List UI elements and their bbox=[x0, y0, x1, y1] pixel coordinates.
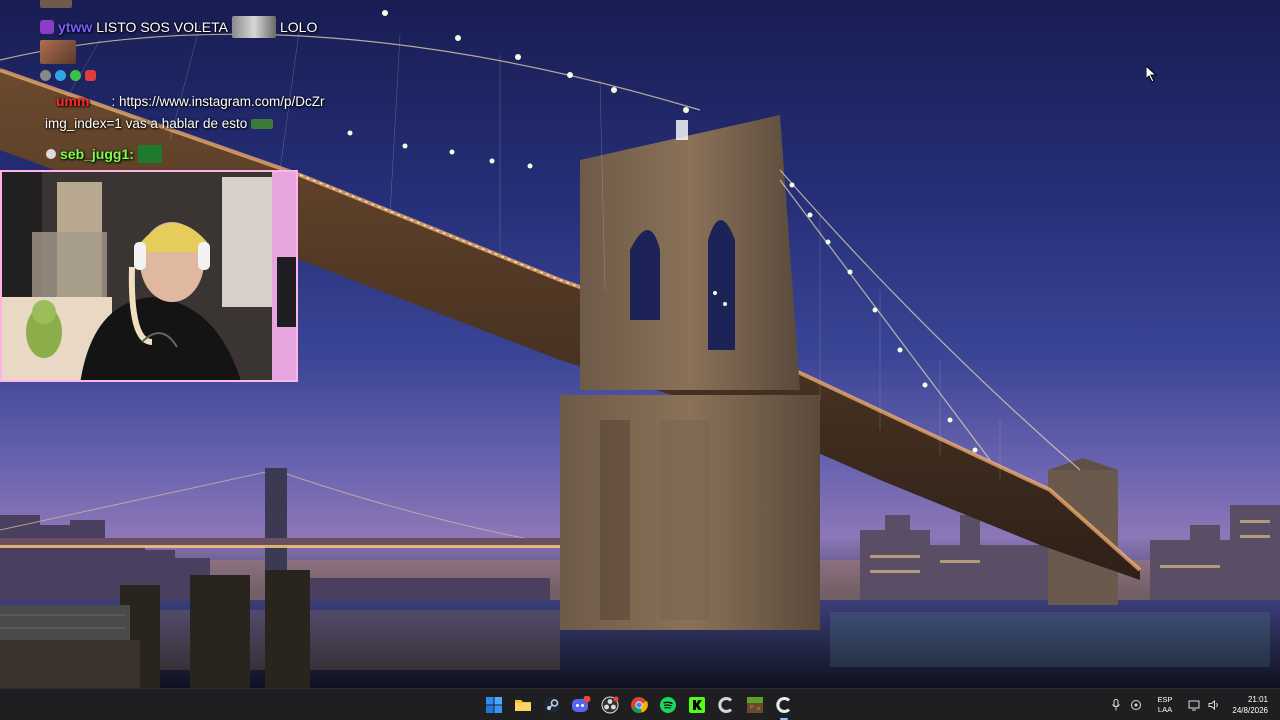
clock-date: 24/8/2026 bbox=[1232, 706, 1268, 715]
chat-username[interactable]: ytww bbox=[58, 19, 92, 35]
chat-username[interactable]: seb_jugg1: bbox=[60, 146, 134, 162]
badge-icon bbox=[46, 149, 56, 159]
steam-button[interactable] bbox=[540, 693, 564, 717]
chat-emote-row bbox=[40, 0, 72, 8]
minecraft-icon bbox=[747, 697, 763, 713]
chat-message-text: : https://www.instagram.com/p/DcZr bbox=[111, 93, 325, 109]
microphone-icon[interactable] bbox=[1106, 695, 1126, 715]
chat-emote-row bbox=[40, 40, 76, 64]
spotify-icon bbox=[660, 697, 676, 713]
folder-icon bbox=[515, 700, 531, 711]
subscriber-badge-icon bbox=[40, 20, 54, 34]
chat-message: img_index=1 vas a hablar de esto bbox=[40, 116, 274, 131]
file-explorer-button[interactable] bbox=[511, 693, 535, 717]
chat-username[interactable]: umm bbox=[56, 93, 89, 109]
taskbar: ESP LAA 21:01 24/8/2026 bbox=[0, 688, 1280, 720]
emote-image bbox=[40, 0, 72, 8]
system-tray: ESP LAA 21:01 24/8/2026 bbox=[1106, 689, 1280, 720]
badge-icon bbox=[85, 70, 96, 81]
ccleaner-icon bbox=[718, 697, 733, 713]
network-icon[interactable] bbox=[1184, 695, 1204, 715]
ccleaner-active-button[interactable] bbox=[772, 693, 796, 720]
chat-message: ytww LISTO SOS VOLETA LOLO bbox=[40, 16, 317, 38]
webcam-image bbox=[2, 172, 296, 380]
windows-icon bbox=[486, 697, 502, 713]
keyboard-layout-code: LAA bbox=[1157, 705, 1173, 714]
location-icon[interactable] bbox=[1126, 695, 1146, 715]
chrome-icon bbox=[631, 697, 648, 714]
kick-icon bbox=[689, 697, 705, 713]
clock[interactable]: 21:01 24/8/2026 bbox=[1224, 694, 1280, 716]
language-indicator[interactable]: ESP LAA bbox=[1150, 695, 1180, 715]
discord-button[interactable] bbox=[569, 693, 593, 717]
emote-image bbox=[40, 40, 76, 64]
badge-icon bbox=[70, 70, 81, 81]
emote-image bbox=[137, 145, 162, 163]
steam-icon bbox=[544, 697, 560, 713]
spotify-button[interactable] bbox=[656, 693, 680, 717]
chat-message: seb_jugg1: bbox=[40, 145, 162, 163]
chat-emote-label: LOLO bbox=[279, 19, 318, 35]
chat-message-text: LISTO SOS VOLETA bbox=[96, 19, 228, 35]
obs-button[interactable] bbox=[598, 693, 622, 717]
obs-icon bbox=[601, 696, 619, 714]
emote-image bbox=[231, 16, 276, 38]
kick-button[interactable] bbox=[685, 693, 709, 717]
minecraft-button[interactable] bbox=[743, 693, 767, 717]
taskbar-app-list bbox=[482, 693, 796, 720]
start-button[interactable] bbox=[482, 693, 506, 717]
chat-message: umm : https://www.instagram.com/p/DcZr bbox=[40, 93, 325, 109]
ccleaner-button[interactable] bbox=[714, 693, 738, 717]
discord-icon bbox=[572, 696, 591, 712]
volume-icon[interactable] bbox=[1204, 695, 1224, 715]
badge-icon bbox=[40, 70, 51, 81]
chat-message-text: img_index=1 vas a hablar de esto bbox=[45, 116, 248, 131]
clock-time: 21:01 bbox=[1247, 695, 1268, 704]
webcam-feed bbox=[0, 170, 298, 382]
language-code: ESP bbox=[1157, 695, 1173, 704]
mouse-cursor-icon bbox=[1146, 66, 1158, 82]
chat-badges-row bbox=[40, 70, 96, 81]
badge-icon bbox=[55, 70, 66, 81]
chrome-button[interactable] bbox=[627, 693, 651, 717]
ccleaner-icon bbox=[776, 697, 791, 713]
emote-image bbox=[251, 118, 274, 129]
